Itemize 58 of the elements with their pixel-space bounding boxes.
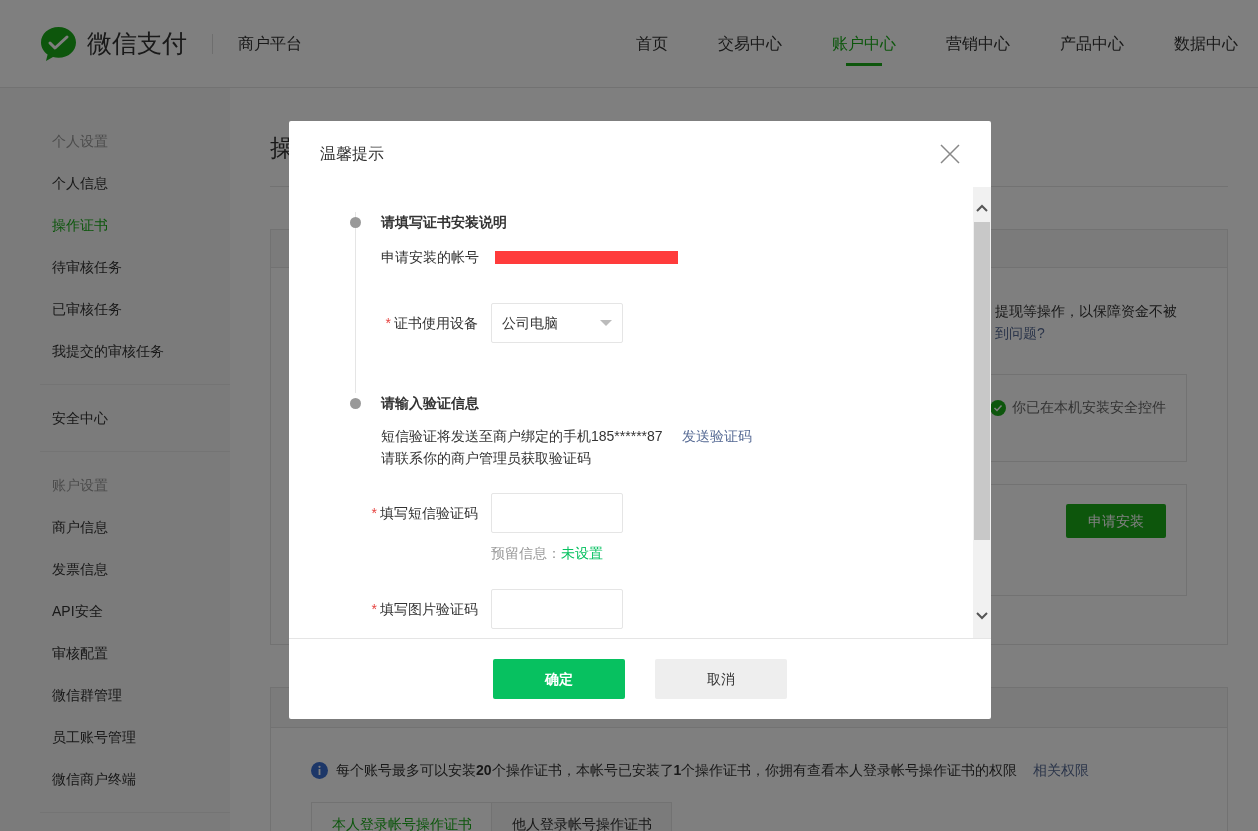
scrollbar[interactable] — [973, 187, 991, 638]
sidebar-item[interactable]: 商户信息 — [40, 506, 230, 548]
contact-note: 请联系你的商户管理员获取验证码 — [381, 449, 592, 468]
apply-install-button[interactable]: 申请安装 — [1066, 504, 1166, 538]
platform-label: 商户平台 — [238, 33, 302, 54]
step-title: 请输入验证信息 — [381, 394, 480, 413]
step-title: 请填写证书安装说明 — [381, 213, 508, 232]
sidebar-item[interactable]: 个人信息 — [40, 162, 230, 204]
logo-icon — [40, 25, 77, 62]
sidebar-item[interactable]: 微信群管理 — [40, 674, 230, 716]
close-button[interactable] — [940, 144, 960, 164]
sidebar-item[interactable]: 发票信息 — [40, 548, 230, 590]
status-text: 你已在本机安装安全控件 — [1012, 398, 1166, 417]
field-label: 填写短信验证码 — [380, 503, 478, 523]
brand-name: 微信支付 — [87, 31, 187, 56]
required-mark: * — [385, 313, 391, 333]
cancel-button[interactable]: 取消 — [655, 659, 787, 699]
nav-tab[interactable]: 账户中心 — [832, 0, 896, 87]
sidebar-item[interactable]: 安全中心 — [40, 397, 230, 439]
sidebar-item[interactable]: API安全 — [40, 590, 230, 632]
scrollbar-thumb[interactable] — [974, 222, 990, 540]
nav-tab[interactable]: 首页 — [636, 0, 668, 87]
sidebar-item[interactable]: 审核配置 — [40, 632, 230, 674]
related-permissions-link[interactable]: 相关权限 — [1033, 759, 1090, 781]
caret-icon — [600, 320, 612, 326]
field-label: 证书使用设备 — [394, 313, 478, 333]
sms-notice-text: 短信验证将发送至商户绑定的手机185******87 — [381, 427, 663, 446]
sidebar-item[interactable]: 员工账号管理 — [40, 716, 230, 758]
field-label: 填写图片验证码 — [380, 599, 478, 619]
nav-tab[interactable]: 产品中心 — [1060, 0, 1124, 87]
sidebar-item[interactable]: 待审核任务 — [40, 246, 230, 288]
sidebar-item[interactable]: 操作证书 — [40, 204, 230, 246]
image-code-field[interactable] — [491, 589, 623, 629]
sidebar-item[interactable]: 我提交的审核任务 — [40, 330, 230, 372]
scroll-down-icon[interactable] — [976, 612, 988, 620]
required-mark: * — [371, 599, 377, 619]
help-link[interactable]: 到问题? — [995, 322, 1045, 344]
nav-tab[interactable]: 交易中心 — [718, 0, 782, 87]
device-select[interactable]: 公司电脑 — [491, 303, 623, 343]
notice-text: 提现等操作，以保障资金不被 — [995, 302, 1178, 321]
reserved-info-label: 预留信息： — [491, 544, 561, 563]
reserved-info-value: 未设置 — [561, 544, 603, 563]
sms-code-field[interactable] — [491, 493, 623, 533]
sidebar-item[interactable]: 已审核任务 — [40, 288, 230, 330]
nav-tab[interactable]: 数据中心 — [1174, 0, 1238, 87]
dialog-title: 温馨提示 — [320, 144, 384, 164]
sidebar-item[interactable]: 微信商户终端 — [40, 758, 230, 800]
info-text: 每个账号最多可以安装20个操作证书，本帐号已安装了1个操作证书，你拥有查看本人登录帐号操作证书的权限 — [336, 760, 1018, 780]
certificate-tab[interactable]: 他人登录帐号操作证书 — [491, 802, 672, 831]
nav-tab[interactable]: 营销中心 — [946, 0, 1010, 87]
info-icon — [311, 761, 328, 779]
account-label: 申请安装的帐号 — [381, 248, 479, 267]
required-mark: * — [371, 503, 377, 523]
check-circle-icon — [990, 399, 1006, 416]
certificate-tab[interactable]: 本人登录帐号操作证书 — [311, 802, 492, 831]
confirm-button[interactable]: 确定 — [493, 659, 625, 699]
send-code-link[interactable]: 发送验证码 — [681, 425, 752, 447]
scroll-up-icon[interactable] — [976, 204, 988, 212]
